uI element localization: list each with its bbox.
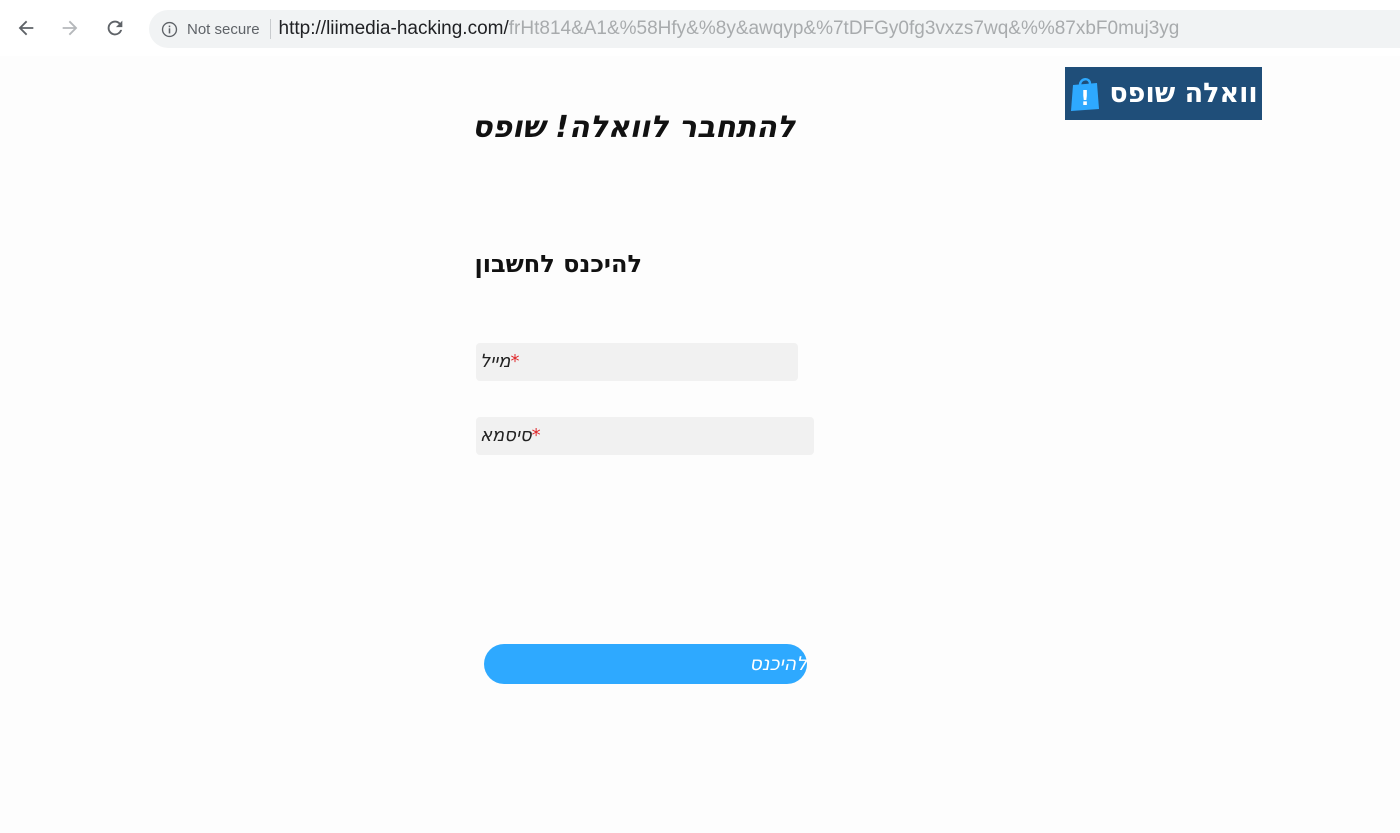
reload-button[interactable]	[99, 12, 131, 44]
page-title: להתחבר לוואלה! שופס	[471, 110, 795, 145]
reload-icon	[107, 20, 123, 36]
shopping-bag-icon: !	[1071, 77, 1100, 111]
password-input[interactable]	[476, 417, 814, 455]
security-label[interactable]: Not secure	[187, 21, 260, 38]
forward-arrow-icon	[62, 20, 78, 36]
address-divider	[269, 19, 271, 39]
browser-toolbar: Not secure http://liimedia-hacking.com/ …	[0, 0, 1400, 56]
url-host: http://liimedia-hacking.com/	[278, 18, 509, 39]
url-path: frHt814&A1&%58Hfy&%8y&awqyp&%7tDFGy0fg3v…	[508, 18, 1180, 39]
info-icon[interactable]	[159, 19, 179, 39]
back-arrow-icon	[18, 20, 34, 36]
walla-shops-logo[interactable]: וואלה שופס !	[1065, 67, 1262, 120]
section-title: להיכנס לחשבון	[474, 250, 642, 278]
logo-bag-mark: !	[1081, 86, 1090, 110]
password-field[interactable]: *סיסמא	[476, 417, 814, 455]
email-field[interactable]: *מייל	[476, 343, 798, 381]
address-bar[interactable]: Not secure http://liimedia-hacking.com/ …	[149, 10, 1400, 48]
login-button[interactable]: להיכנס	[484, 644, 807, 684]
forward-button[interactable]	[54, 12, 86, 44]
back-button[interactable]	[10, 12, 42, 44]
email-input[interactable]	[476, 343, 798, 381]
logo-text: וואלה שופס	[1109, 78, 1258, 109]
